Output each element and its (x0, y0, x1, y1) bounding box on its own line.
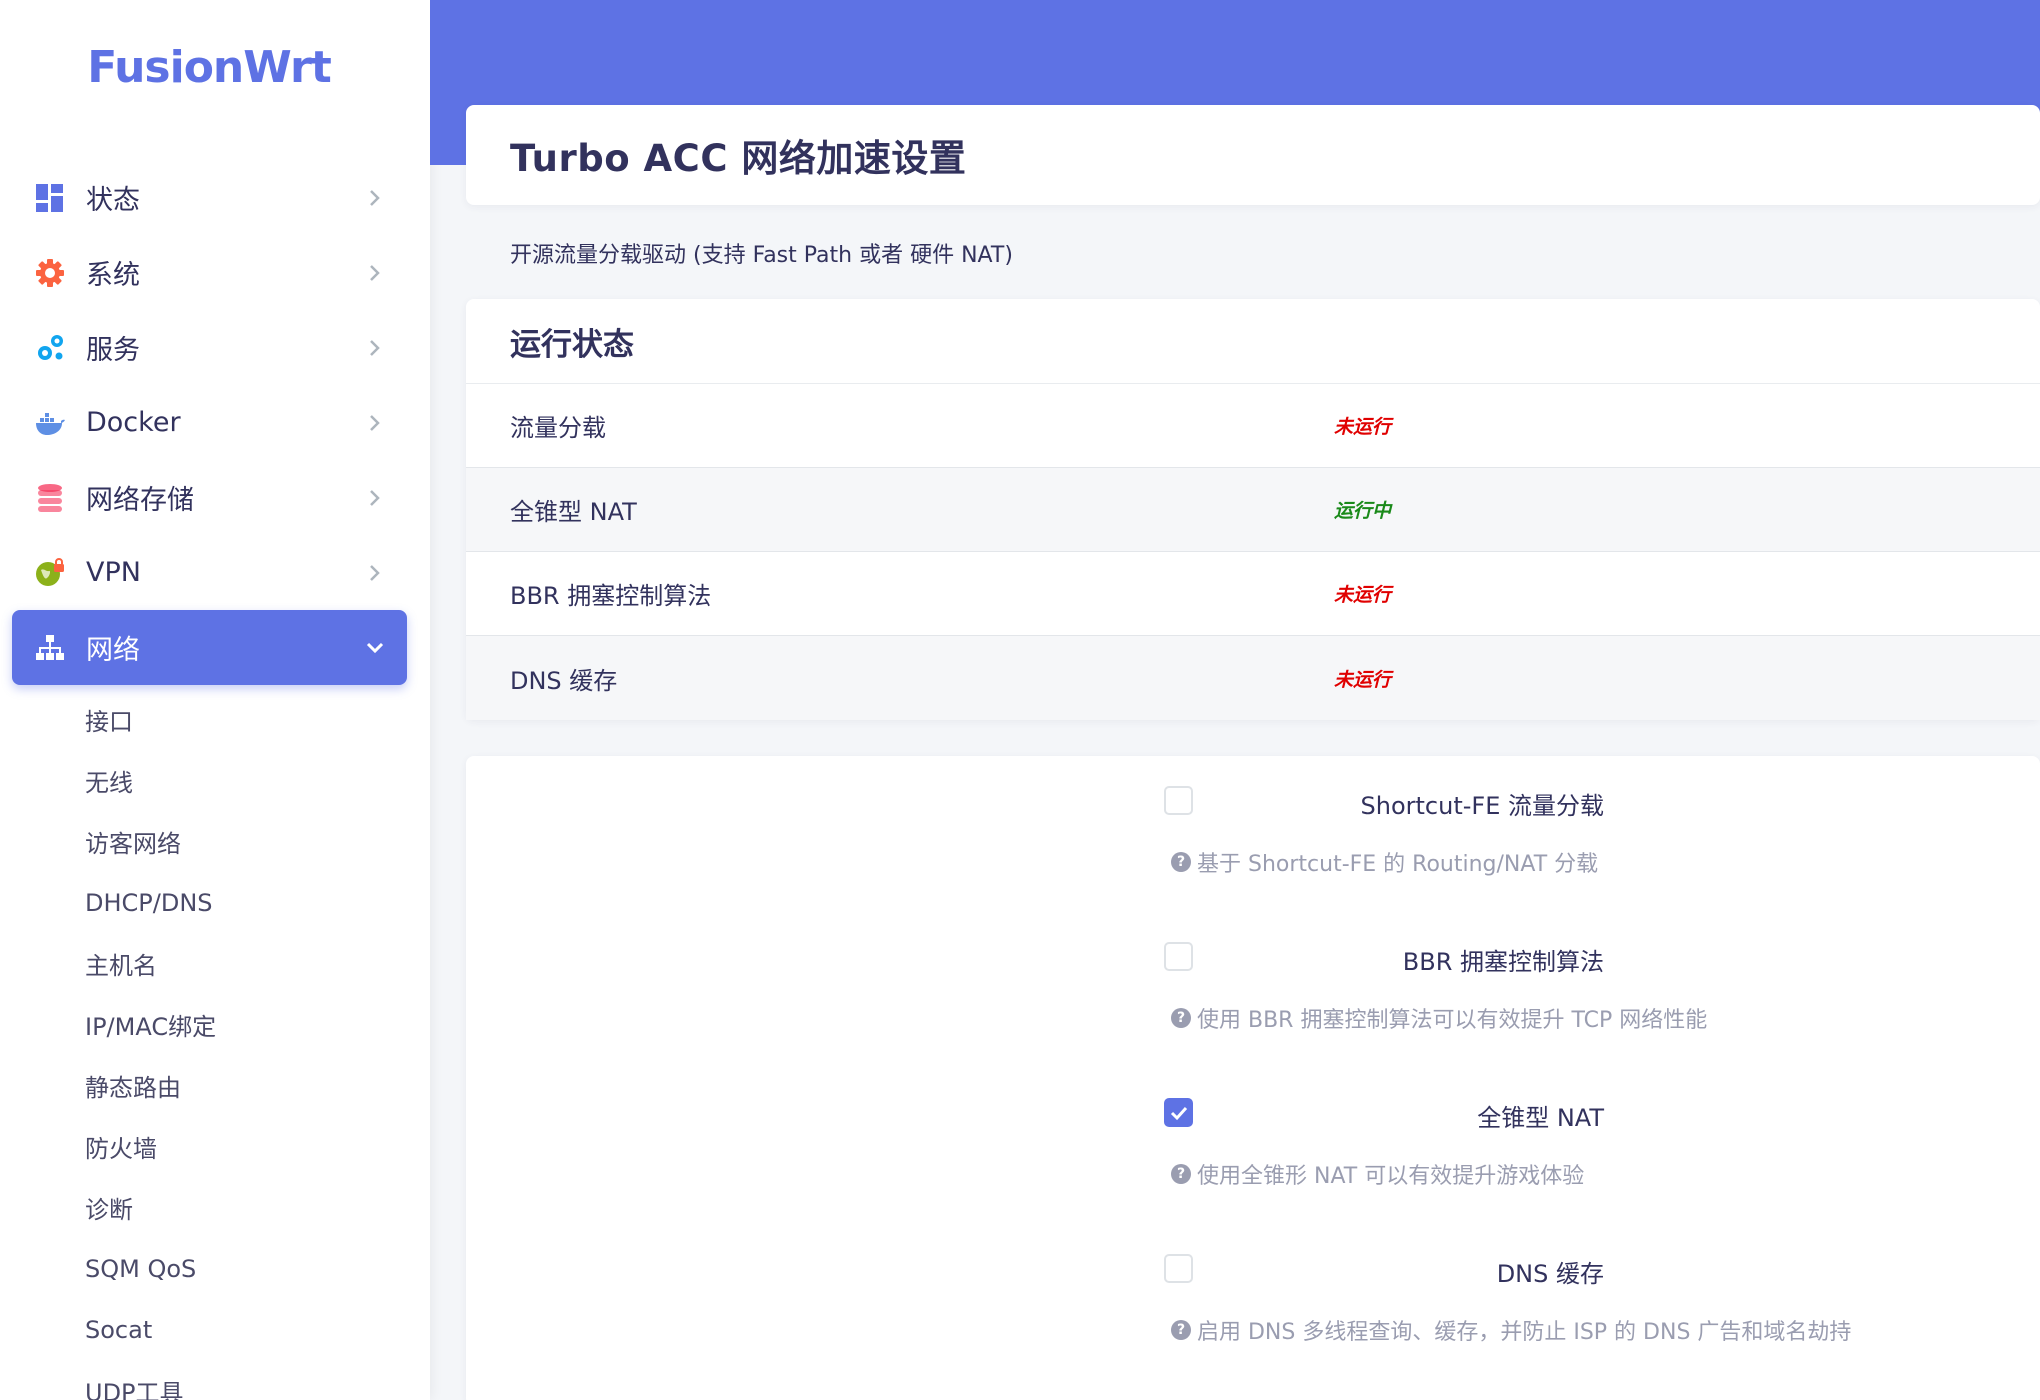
submenu-item-hostnames[interactable]: 主机名 (12, 933, 407, 994)
submenu-item-firewall[interactable]: 防火墙 (12, 1116, 407, 1177)
docker-icon (34, 407, 66, 439)
sidebar-menu: 状态 系统 服务 Docker 网络存储 VPN 网络 接口 无线 访客网络 D… (12, 160, 407, 1400)
page-description: 开源流量分载驱动 (支持 Fast Path 或者 硬件 NAT) (510, 243, 1013, 268)
status-name: 流量分载 (510, 414, 606, 442)
sidebar-item-docker[interactable]: Docker (12, 385, 407, 460)
dashboard-icon (34, 182, 66, 214)
check-icon (1170, 1106, 1187, 1120)
title-card: Turbo ACC 网络加速设置 (466, 105, 2040, 205)
submenu-item-wireless[interactable]: 无线 (12, 750, 407, 811)
sidebar-item-label: Docker (86, 407, 181, 438)
setting-help: ? 使用 BBR 拥塞控制算法可以有效提升 TCP 网络性能 (1171, 1002, 1707, 1034)
chevron-down-icon (355, 641, 395, 655)
sidebar-item-services[interactable]: 服务 (12, 310, 407, 385)
sidebar-item-label: 网络存储 (86, 485, 194, 516)
page-title: Turbo ACC 网络加速设置 (510, 137, 967, 180)
question-circle-icon: ? (1171, 852, 1191, 872)
status-row: 流量分载 未运行 (466, 384, 2040, 468)
sitemap-icon (34, 632, 66, 664)
status-badge: 未运行 (1334, 584, 1392, 606)
submenu-item-socat[interactable]: Socat (12, 1299, 407, 1360)
status-heading: 运行状态 (466, 299, 2040, 384)
help-text: 使用全锥形 NAT 可以有效提升游戏体验 (1197, 1164, 1585, 1189)
submenu-item-ip-mac-binding[interactable]: IP/MAC绑定 (12, 994, 407, 1055)
globe-lock-icon (34, 557, 66, 589)
status-card: 运行状态 流量分载 未运行 全锥型 NAT 运行中 BBR 拥塞控制算法 未运行… (466, 299, 2040, 720)
chevron-right-icon (355, 489, 395, 507)
status-badge: 运行中 (1334, 500, 1392, 522)
help-text: 启用 DNS 多线程查询、缓存，并防止 ISP 的 DNS 广告和域名劫持 (1197, 1320, 1852, 1345)
setting-help: ? 基于 Shortcut-FE 的 Routing/NAT 分载 (1171, 846, 1598, 878)
question-circle-icon: ? (1171, 1320, 1191, 1340)
submenu-item-diagnostics[interactable]: 诊断 (12, 1177, 407, 1238)
sidebar-item-status[interactable]: 状态 (12, 160, 407, 235)
main-content: Turbo ACC 网络加速设置 开源流量分载驱动 (支持 Fast Path … (466, 105, 2040, 1400)
fullcone-nat-checkbox[interactable] (1164, 1098, 1193, 1127)
submenu-item-sqm-qos[interactable]: SQM QoS (12, 1238, 407, 1299)
sidebar-item-system[interactable]: 系统 (12, 235, 407, 310)
chevron-right-icon (355, 264, 395, 282)
sidebar-item-network-storage[interactable]: 网络存储 (12, 460, 407, 535)
status-badge: 未运行 (1334, 668, 1392, 691)
sidebar-item-label: 网络 (86, 635, 140, 666)
dns-cache-checkbox[interactable] (1164, 1254, 1193, 1283)
cogs-icon (34, 332, 66, 364)
status-row: 全锥型 NAT 运行中 (466, 468, 2040, 552)
sidebar-item-network[interactable]: 网络 (12, 610, 407, 685)
shortcut-fe-checkbox[interactable] (1164, 786, 1193, 815)
network-submenu: 接口 无线 访客网络 DHCP/DNS 主机名 IP/MAC绑定 静态路由 防火… (12, 689, 407, 1400)
submenu-item-interfaces[interactable]: 接口 (12, 689, 407, 750)
submenu-item-dhcp-dns[interactable]: DHCP/DNS (12, 872, 407, 933)
status-row: BBR 拥塞控制算法 未运行 (466, 552, 2040, 636)
settings-card: Shortcut-FE 流量分载 ? 基于 Shortcut-FE 的 Rout… (466, 756, 2040, 1400)
chevron-right-icon (355, 189, 395, 207)
gear-icon (34, 257, 66, 289)
sidebar-item-label: 服务 (86, 335, 140, 366)
help-text: 使用 BBR 拥塞控制算法可以有效提升 TCP 网络性能 (1197, 1008, 1708, 1033)
status-name: 全锥型 NAT (510, 498, 637, 526)
setting-help: ? 使用全锥形 NAT 可以有效提升游戏体验 (1171, 1158, 1584, 1190)
sidebar-item-label: 系统 (86, 260, 140, 291)
submenu-item-guest-network[interactable]: 访客网络 (12, 811, 407, 872)
status-badge: 未运行 (1334, 416, 1392, 438)
bbr-checkbox[interactable] (1164, 942, 1193, 971)
setting-help: ? 启用 DNS 多线程查询、缓存，并防止 ISP 的 DNS 广告和域名劫持 (1171, 1314, 1851, 1346)
question-circle-icon: ? (1171, 1164, 1191, 1184)
question-circle-icon: ? (1171, 1008, 1191, 1028)
status-name: DNS 缓存 (510, 666, 618, 695)
database-icon (34, 482, 66, 514)
submenu-item-static-routes[interactable]: 静态路由 (12, 1055, 407, 1116)
status-name: BBR 拥塞控制算法 (510, 582, 712, 610)
chevron-right-icon (355, 339, 395, 357)
help-text: 基于 Shortcut-FE 的 Routing/NAT 分载 (1197, 852, 1599, 877)
chevron-right-icon (355, 564, 395, 582)
sidebar-item-label: 状态 (86, 185, 140, 216)
sidebar: FusionWrt 状态 系统 服务 Docker 网络存储 VPN 网络 接口… (0, 0, 430, 1400)
brand-logo[interactable]: FusionWrt (0, 42, 418, 93)
sidebar-item-vpn[interactable]: VPN (12, 535, 407, 610)
chevron-right-icon (355, 414, 395, 432)
sidebar-item-label: VPN (86, 557, 141, 588)
submenu-item-udp-tools[interactable]: UDP工具 (12, 1360, 407, 1400)
status-row: DNS 缓存 未运行 (466, 636, 2040, 720)
